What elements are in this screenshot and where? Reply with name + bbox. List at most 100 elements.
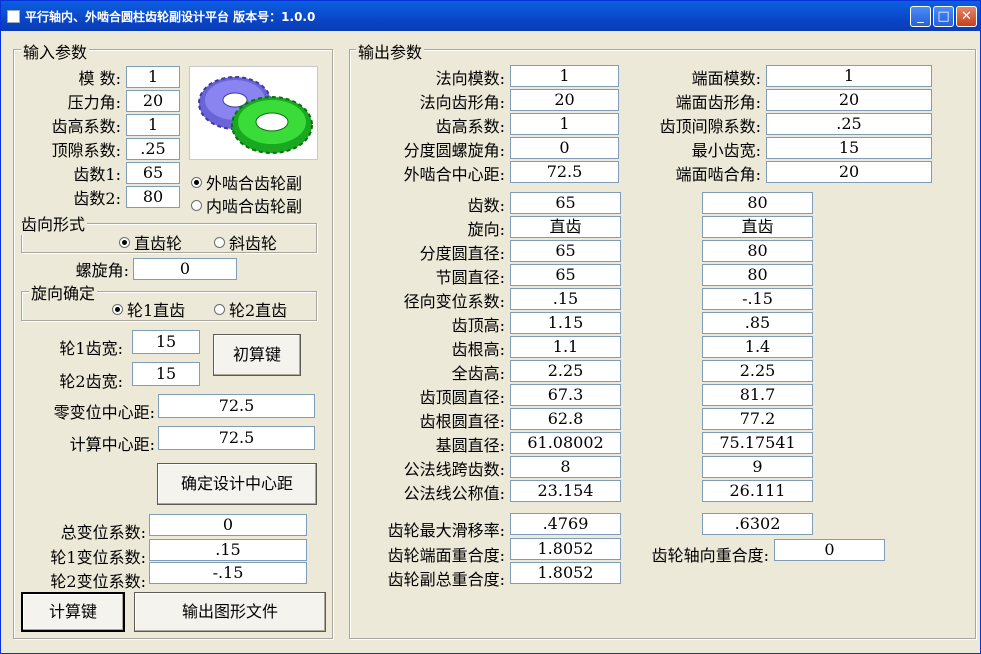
zero-shift-center-input[interactable]: 72.5 bbox=[158, 394, 315, 418]
gear2-value: 1.4 bbox=[702, 336, 813, 358]
initial-calc-button[interactable]: 初算键 bbox=[213, 334, 301, 376]
calc-center-label: 计算中心距: bbox=[69, 435, 155, 454]
calc-button[interactable]: 计算键 bbox=[21, 592, 125, 632]
hand-legend: 旋向确定 bbox=[29, 280, 98, 304]
width1-label: 轮1齿宽: bbox=[59, 339, 123, 358]
gear1-value: 65 bbox=[510, 192, 621, 214]
total-shift-input[interactable]: 0 bbox=[149, 514, 307, 536]
shift1-input[interactable]: .15 bbox=[149, 539, 307, 561]
normal-pa-output: 20 bbox=[510, 89, 619, 111]
gear1-value: 2.25 bbox=[510, 360, 621, 382]
width1-input[interactable]: 15 bbox=[132, 330, 200, 354]
gear-row-label: 公法线跨齿数: bbox=[403, 460, 505, 479]
axial-contact-label: 齿轮轴向重合度: bbox=[651, 546, 769, 565]
calc-center-input[interactable]: 72.5 bbox=[158, 426, 315, 450]
title-bar[interactable]: 平行轴内、外啮合圆柱齿轮副设计平台 版本号：1.0.0 _ □ ✕ bbox=[1, 1, 980, 31]
gear1-straight-radio[interactable]: 轮1直齿 bbox=[112, 297, 185, 321]
green-gear-icon bbox=[231, 96, 313, 154]
helix-angle-input[interactable]: 0 bbox=[133, 258, 237, 280]
gear2-straight-radio[interactable]: 轮2直齿 bbox=[214, 297, 287, 321]
minimize-button[interactable]: _ bbox=[910, 6, 931, 27]
transverse-mesh-angle-output: 20 bbox=[766, 161, 932, 183]
gear2-value: 9 bbox=[702, 456, 813, 478]
gear2-value: 75.17541 bbox=[702, 432, 813, 454]
gear2-value: 80 bbox=[702, 192, 813, 214]
radio-unselected-icon bbox=[214, 237, 225, 248]
transverse-module-label: 端面模数: bbox=[691, 69, 761, 88]
normal-module-label: 法向模数: bbox=[435, 69, 505, 88]
gear2-value: -.15 bbox=[702, 288, 813, 310]
transverse-mesh-angle-label: 端面啮合角: bbox=[675, 165, 761, 184]
pressure-angle-label: 压力角: bbox=[67, 93, 121, 112]
gear1-value: 62.8 bbox=[510, 408, 621, 430]
gear1-value: 直齿 bbox=[510, 216, 621, 238]
gear2-value: .85 bbox=[702, 312, 813, 334]
export-graphic-button[interactable]: 输出图形文件 bbox=[134, 592, 326, 632]
teeth1-input[interactable]: 65 bbox=[126, 162, 180, 184]
external-mesh-radio[interactable]: 外啮合齿轮副 bbox=[191, 170, 302, 194]
total-contact-label: 齿轮副总重合度: bbox=[387, 570, 505, 589]
main-window: 平行轴内、外啮合圆柱齿轮副设计平台 版本号：1.0.0 _ □ ✕ 输入参数 模… bbox=[0, 0, 981, 654]
normal-module-output: 1 bbox=[510, 65, 619, 87]
gear1-value: 65 bbox=[510, 240, 621, 262]
helix-angle-label: 螺旋角: bbox=[75, 261, 129, 280]
gear-image bbox=[189, 66, 318, 160]
out-addendum-coef-output: 1 bbox=[510, 113, 619, 135]
transverse-contact-output: 1.8052 bbox=[510, 538, 621, 560]
module-label: 模 数: bbox=[78, 69, 121, 88]
radio-selected-icon bbox=[119, 237, 130, 248]
gear2-value: 77.2 bbox=[702, 408, 813, 430]
addendum-coef-input[interactable]: 1 bbox=[126, 114, 180, 136]
gear-row-label: 分度圆直径: bbox=[419, 244, 505, 263]
transverse-pa-label: 端面齿形角: bbox=[675, 93, 761, 112]
gear1-value: .15 bbox=[510, 288, 621, 310]
min-width-label: 最小齿宽: bbox=[691, 141, 761, 160]
gear2-value: 26.111 bbox=[702, 480, 813, 502]
gear2-value: 80 bbox=[702, 264, 813, 286]
tooth-form-legend: 齿向形式 bbox=[19, 211, 88, 235]
gear2-value: 直齿 bbox=[702, 216, 813, 238]
gear-row-label: 节圆直径: bbox=[435, 268, 505, 287]
helix-output-label: 分度圆螺旋角: bbox=[403, 141, 505, 160]
close-button[interactable]: ✕ bbox=[956, 6, 977, 27]
output-legend: 输出参数 bbox=[356, 39, 425, 63]
gear-row-label: 基圆直径: bbox=[435, 436, 505, 455]
gear1-value: 61.08002 bbox=[510, 432, 621, 454]
module-input[interactable]: 1 bbox=[126, 66, 180, 88]
gear-row-label: 旋向: bbox=[467, 220, 505, 239]
radio-selected-icon bbox=[191, 177, 202, 188]
addendum-coef-label: 齿高系数: bbox=[51, 117, 121, 136]
gear1-value: 23.154 bbox=[510, 480, 621, 502]
gear1-value: 67.3 bbox=[510, 384, 621, 406]
max-slide1-output: .4769 bbox=[510, 513, 621, 535]
confirm-center-button[interactable]: 确定设计中心距 bbox=[157, 463, 317, 505]
gear-row-label: 齿顶高: bbox=[451, 316, 505, 335]
maximize-button[interactable]: □ bbox=[933, 6, 954, 27]
max-slide2-output: .6302 bbox=[702, 513, 813, 535]
shift2-input[interactable]: -.15 bbox=[149, 562, 307, 584]
gear2-value: 80 bbox=[702, 240, 813, 262]
spur-gear-radio[interactable]: 直齿轮 bbox=[119, 230, 182, 254]
min-width-output: 15 bbox=[766, 137, 932, 159]
helical-gear-radio[interactable]: 斜齿轮 bbox=[214, 230, 277, 254]
clearance-coef-label: 顶隙系数: bbox=[51, 141, 121, 160]
gear1-value: 8 bbox=[510, 456, 621, 478]
axial-contact-output: 0 bbox=[774, 539, 885, 561]
pressure-angle-input[interactable]: 20 bbox=[126, 90, 180, 112]
gear-row-label: 全齿高: bbox=[451, 364, 505, 383]
teeth2-input[interactable]: 80 bbox=[126, 186, 180, 208]
clearance-coef-input[interactable]: .25 bbox=[126, 138, 180, 160]
internal-mesh-radio[interactable]: 内啮合齿轮副 bbox=[191, 193, 302, 217]
gear1-value: 1.15 bbox=[510, 312, 621, 334]
transverse-pa-output: 20 bbox=[766, 89, 932, 111]
width2-input[interactable]: 15 bbox=[132, 362, 200, 386]
total-contact-output: 1.8052 bbox=[510, 562, 621, 584]
normal-pa-label: 法向齿形角: bbox=[419, 93, 505, 112]
teeth1-label: 齿数1: bbox=[73, 165, 121, 184]
gear2-value: 2.25 bbox=[702, 360, 813, 382]
tip-clearance-output: .25 bbox=[766, 113, 932, 135]
gear1-value: 65 bbox=[510, 264, 621, 286]
width2-label: 轮2齿宽: bbox=[59, 372, 123, 391]
ext-center-output: 72.5 bbox=[510, 161, 619, 183]
shift2-label: 轮2变位系数: bbox=[50, 572, 146, 591]
